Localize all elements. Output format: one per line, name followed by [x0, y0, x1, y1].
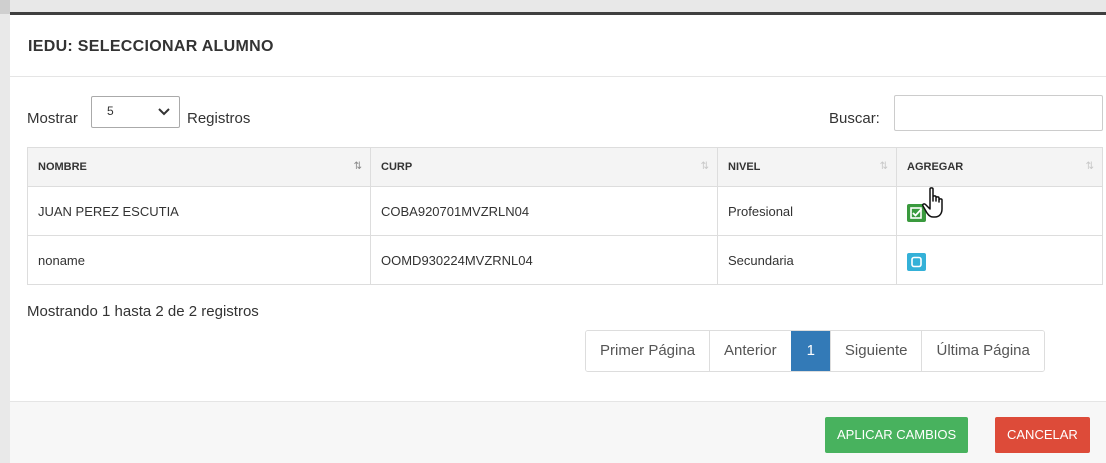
cell-nivel: Profesional	[717, 186, 897, 236]
column-header-agregar[interactable]: AGREGAR ⇅	[896, 147, 1103, 187]
table-header-row: NOMBRE ⇅ CURP ⇅ NIVEL ⇅ AGREGAR ⇅	[27, 147, 1103, 187]
column-header-label: CURP	[381, 161, 413, 173]
show-label: Mostrar	[27, 110, 78, 127]
column-header-nivel[interactable]: NIVEL ⇅	[717, 147, 897, 187]
modal-title: IEDU: SELECCIONAR ALUMNO	[28, 38, 274, 55]
background-window-bar	[0, 0, 1106, 16]
column-header-nombre[interactable]: NOMBRE ⇅	[27, 147, 371, 187]
page-size-value: 5	[107, 104, 114, 118]
cell-nombre: JUAN PEREZ ESCUTIA	[27, 186, 371, 236]
page-size-select[interactable]: 5	[91, 96, 180, 128]
current-page-button[interactable]: 1	[790, 331, 830, 371]
select-student-modal: IEDU: SELECCIONAR ALUMNO Mostrar 5 Regis…	[10, 15, 1106, 463]
modal-footer: APLICAR CAMBIOS CANCELAR	[10, 401, 1106, 463]
column-header-label: NOMBRE	[38, 161, 87, 173]
search-input[interactable]	[894, 95, 1103, 131]
sort-ascending-icon: ⇅	[353, 161, 363, 172]
apply-changes-button[interactable]: APLICAR CAMBIOS	[825, 417, 969, 453]
cell-curp: COBA920701MVZRLN04	[370, 186, 718, 236]
next-page-button[interactable]: Siguiente	[829, 331, 922, 371]
records-label: Registros	[187, 110, 251, 127]
cell-nivel: Secundaria	[717, 235, 897, 285]
cell-nombre: noname	[27, 235, 371, 285]
hand-pointer-cursor-icon	[922, 187, 943, 218]
sort-icon: ⇅	[1085, 161, 1095, 172]
pagination: Primer Página Anterior 1 Siguiente Últim…	[585, 330, 1045, 372]
column-header-curp[interactable]: CURP ⇅	[370, 147, 718, 187]
column-header-label: NIVEL	[728, 161, 761, 173]
first-page-button[interactable]: Primer Página	[586, 331, 710, 371]
cell-agregar	[896, 235, 1103, 285]
table-info: Mostrando 1 hasta 2 de 2 registros	[27, 303, 259, 320]
search-label: Buscar:	[829, 110, 880, 127]
sort-icon: ⇅	[879, 161, 889, 172]
chevron-down-icon	[158, 108, 170, 116]
add-checkbox-unchecked[interactable]	[907, 252, 926, 271]
sort-icon: ⇅	[700, 161, 710, 172]
square-icon	[911, 256, 922, 267]
cancel-button[interactable]: CANCELAR	[995, 417, 1090, 453]
modal-header: IEDU: SELECCIONAR ALUMNO	[10, 15, 1106, 77]
previous-page-button[interactable]: Anterior	[709, 331, 791, 371]
cell-curp: OOMD930224MVZRNL04	[370, 235, 718, 285]
last-page-button[interactable]: Última Página	[921, 331, 1044, 371]
table-row: noname OOMD930224MVZRNL04 Secundaria	[27, 235, 1103, 285]
column-header-label: AGREGAR	[907, 161, 964, 173]
